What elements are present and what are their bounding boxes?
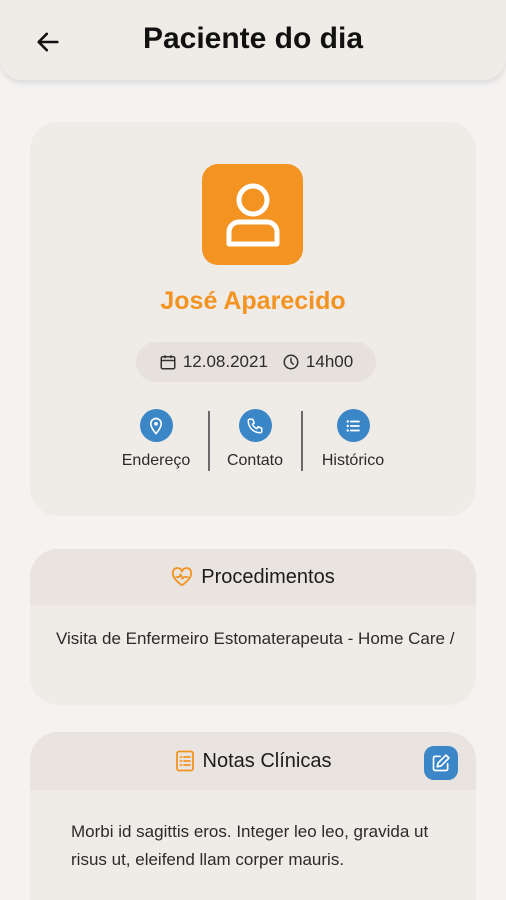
edit-icon	[432, 754, 450, 772]
clock-icon	[283, 354, 299, 370]
appointment-date: 12.08.2021	[159, 352, 268, 372]
procedures-card: Procedimentos Visita de Enfermeiro Estom…	[30, 549, 476, 705]
appointment-time: 14h00	[282, 352, 353, 372]
notes-title: Notas Clínicas	[202, 749, 332, 772]
address-button[interactable]: Endereço	[108, 409, 204, 470]
app-bar: Paciente do dia	[0, 0, 506, 80]
time-text: 14h00	[305, 352, 354, 371]
notes-header: Notas Clínicas	[30, 732, 476, 790]
patient-card: José Aparecido 12.08.2021 14h00 Endereço…	[30, 122, 476, 516]
address-label: Endereço	[121, 452, 191, 469]
patient-actions: Endereço Contato Histórico	[30, 409, 476, 471]
appointment-datetime: 12.08.2021 14h00	[136, 342, 376, 382]
edit-notes-button[interactable]	[424, 746, 458, 780]
location-pin-icon	[149, 417, 163, 435]
history-label: Histórico	[321, 452, 385, 469]
procedures-title: Procedimentos	[201, 565, 335, 588]
heart-pulse-icon	[172, 567, 193, 587]
date-text: 12.08.2021	[182, 352, 268, 371]
patient-avatar	[202, 164, 303, 265]
procedures-header: Procedimentos	[30, 549, 476, 605]
list-icon	[346, 419, 360, 432]
user-icon	[226, 183, 279, 246]
calendar-icon	[160, 355, 176, 370]
history-button[interactable]: Histórico	[305, 409, 401, 470]
contact-label: Contato	[226, 452, 284, 469]
divider	[301, 411, 303, 471]
procedures-text: Visita de Enfermeiro Estomaterapeuta - H…	[56, 629, 455, 648]
notes-card: Notas Clínicas Morbi id sagittis eros. I…	[30, 732, 476, 900]
patient-name: José Aparecido	[160, 287, 346, 315]
phone-icon	[247, 418, 263, 433]
notes-icon	[175, 750, 194, 772]
notes-text: Morbi id sagittis eros. Integer leo leo,…	[71, 822, 429, 869]
contact-button[interactable]: Contato	[207, 409, 303, 470]
page-title: Paciente do dia	[142, 22, 364, 55]
